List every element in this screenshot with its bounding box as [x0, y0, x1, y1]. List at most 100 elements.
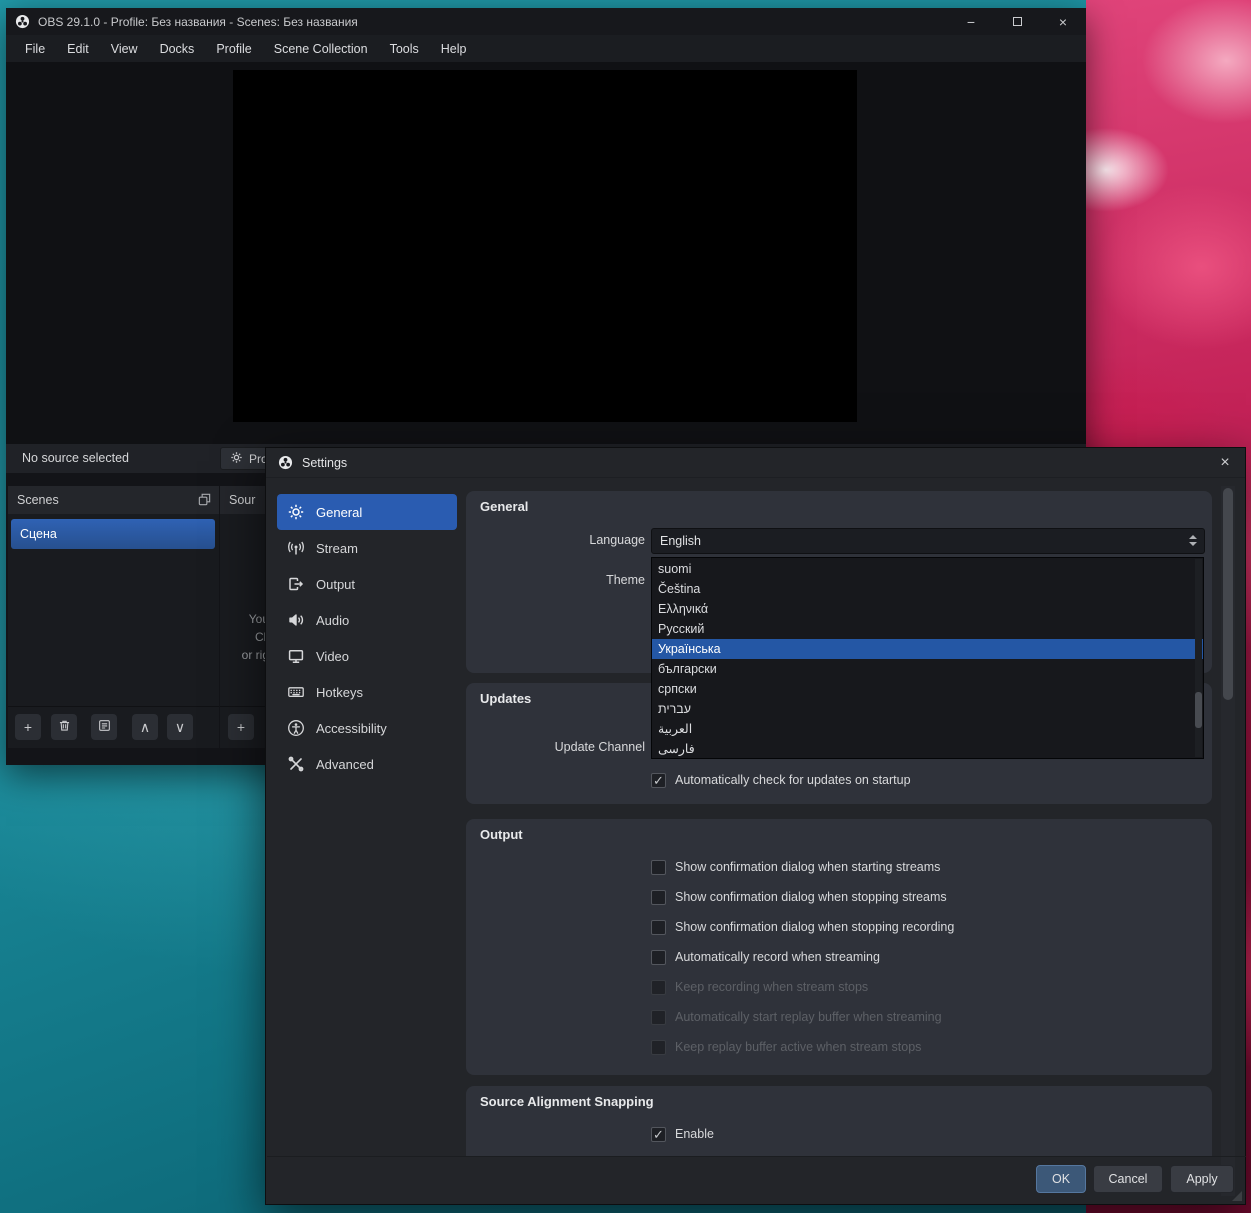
- minimize-icon: −: [966, 13, 976, 30]
- language-combobox-value: English: [660, 534, 701, 548]
- language-option[interactable]: български: [652, 659, 1203, 679]
- minimize-button[interactable]: −: [948, 8, 994, 35]
- language-option[interactable]: العربية: [652, 719, 1203, 739]
- sidebar-item-label: Audio: [316, 612, 350, 628]
- menu-view[interactable]: View: [100, 35, 149, 62]
- obs-logo-icon: [278, 455, 293, 470]
- sources-empty-line: or rig: [241, 648, 269, 662]
- trash-icon: [57, 718, 72, 736]
- menu-help[interactable]: Help: [430, 35, 478, 62]
- sources-empty-line: Cli: [255, 630, 269, 644]
- scenes-dock-header: Scenes: [8, 486, 219, 514]
- language-option[interactable]: فارسی: [652, 739, 1203, 759]
- theme-label: Theme: [606, 573, 645, 587]
- checkbox-unchecked: [651, 919, 666, 935]
- update-channel-label: Update Channel: [554, 740, 645, 754]
- close-icon: ×: [1220, 454, 1230, 471]
- menu-file[interactable]: File: [14, 35, 56, 62]
- popup-scrollbar[interactable]: [1195, 559, 1202, 757]
- confirm-start-stream-row[interactable]: Show confirmation dialog when starting s…: [651, 858, 940, 876]
- sources-empty-line: You: [248, 612, 269, 626]
- maximize-button[interactable]: [994, 8, 1040, 35]
- scene-filters-button[interactable]: [91, 714, 117, 740]
- add-source-button[interactable]: +: [228, 714, 254, 740]
- menu-edit[interactable]: Edit: [56, 35, 100, 62]
- sidebar-item-audio[interactable]: Audio: [277, 602, 457, 638]
- language-option[interactable]: Čeština: [652, 579, 1203, 599]
- settings-titlebar: Settings ×: [266, 448, 1245, 478]
- confirm-stop-stream-row[interactable]: Show confirmation dialog when stopping s…: [651, 888, 947, 906]
- crossed-tools-icon: [288, 756, 304, 772]
- keyboard-icon: [288, 687, 304, 698]
- checkbox-disabled: [651, 979, 666, 995]
- auto-record-row[interactable]: Automatically record when streaming: [651, 948, 880, 966]
- option-label: Show confirmation dialog when stopping r…: [675, 920, 955, 934]
- language-option[interactable]: suomi: [652, 559, 1203, 579]
- scenes-list: Сцена: [8, 514, 219, 706]
- sidebar-item-accessibility[interactable]: Accessibility: [277, 710, 457, 746]
- context-status-text: No source selected: [22, 451, 130, 465]
- menu-scene-collection[interactable]: Scene Collection: [263, 35, 379, 62]
- sidebar-item-label: Accessibility: [316, 720, 387, 736]
- sidebar-item-stream[interactable]: Stream: [277, 530, 457, 566]
- sidebar-item-label: Stream: [316, 540, 358, 556]
- language-option[interactable]: српски: [652, 679, 1203, 699]
- checkbox-unchecked: [651, 859, 666, 875]
- check-icon: ✓: [653, 772, 664, 788]
- preview-canvas: [233, 70, 857, 422]
- maximize-icon: [1012, 17, 1022, 26]
- popup-scrollbar-thumb[interactable]: [1195, 692, 1202, 728]
- language-option[interactable]: Русский: [652, 619, 1203, 639]
- checkbox-unchecked: [651, 889, 666, 905]
- antenna-icon: [288, 541, 304, 555]
- close-button[interactable]: ×: [1040, 8, 1086, 35]
- snapping-groupbox: Source Alignment Snapping ✓ Enable: [466, 1086, 1212, 1156]
- settings-scrollbar[interactable]: [1221, 486, 1235, 1196]
- language-option[interactable]: עברית: [652, 699, 1203, 719]
- sidebar-item-output[interactable]: Output: [277, 566, 457, 602]
- apply-button[interactable]: Apply: [1170, 1165, 1234, 1193]
- updates-section-title: Updates: [480, 691, 532, 706]
- sidebar-item-hotkeys[interactable]: Hotkeys: [277, 674, 457, 710]
- obs-titlebar: OBS 29.1.0 - Profile: Без названия - Sce…: [6, 8, 1086, 35]
- sidebar-item-general[interactable]: General: [277, 494, 457, 530]
- sources-dock-title: Sour: [229, 493, 256, 507]
- sidebar-item-label: Hotkeys: [316, 684, 363, 700]
- settings-scrollbar-thumb[interactable]: [1223, 488, 1233, 700]
- snapping-enable-row[interactable]: ✓ Enable: [651, 1125, 714, 1143]
- add-scene-button[interactable]: +: [15, 714, 41, 740]
- auto-replay-buffer-row: Automatically start replay buffer when s…: [651, 1008, 942, 1026]
- move-scene-down-button[interactable]: ∨: [167, 714, 193, 740]
- settings-close-button[interactable]: ×: [1212, 451, 1238, 475]
- sidebar-item-label: Advanced: [316, 756, 374, 772]
- sidebar-item-advanced[interactable]: Advanced: [277, 746, 457, 782]
- remove-scene-button[interactable]: [51, 714, 77, 740]
- checkbox-checked: ✓: [651, 1126, 666, 1142]
- monitor-icon: [288, 650, 304, 663]
- menu-tools[interactable]: Tools: [379, 35, 430, 62]
- snapping-enable-label: Enable: [675, 1127, 714, 1141]
- output-groupbox: Output Show confirmation dialog when sta…: [466, 819, 1212, 1075]
- menu-docks[interactable]: Docks: [149, 35, 206, 62]
- option-label: Automatically record when streaming: [675, 950, 880, 964]
- resize-grip[interactable]: [1232, 1191, 1242, 1201]
- scene-item[interactable]: Сцена: [11, 519, 215, 549]
- auto-update-check-row[interactable]: ✓ Automatically check for updates on sta…: [651, 771, 911, 789]
- sidebar-item-label: Output: [316, 576, 356, 592]
- menu-profile[interactable]: Profile: [205, 35, 262, 62]
- language-option[interactable]: Ελληνικά: [652, 599, 1203, 619]
- language-option-highlighted[interactable]: Українська: [652, 639, 1203, 659]
- language-label: Language: [589, 533, 645, 547]
- option-label: Keep replay buffer active when stream st…: [675, 1040, 922, 1054]
- language-combobox[interactable]: English: [651, 528, 1205, 554]
- move-scene-up-button[interactable]: ∧: [132, 714, 158, 740]
- ok-button[interactable]: OK: [1036, 1165, 1086, 1193]
- sidebar-item-video[interactable]: Video: [277, 638, 457, 674]
- dock-popout-icon[interactable]: [197, 492, 212, 510]
- confirm-stop-recording-row[interactable]: Show confirmation dialog when stopping r…: [651, 918, 954, 936]
- cancel-button[interactable]: Cancel: [1093, 1165, 1163, 1193]
- gear-icon: [230, 451, 243, 467]
- chevron-down-icon: ∨: [174, 718, 186, 735]
- checkbox-disabled: [651, 1039, 666, 1055]
- keep-recording-row: Keep recording when stream stops: [651, 978, 868, 996]
